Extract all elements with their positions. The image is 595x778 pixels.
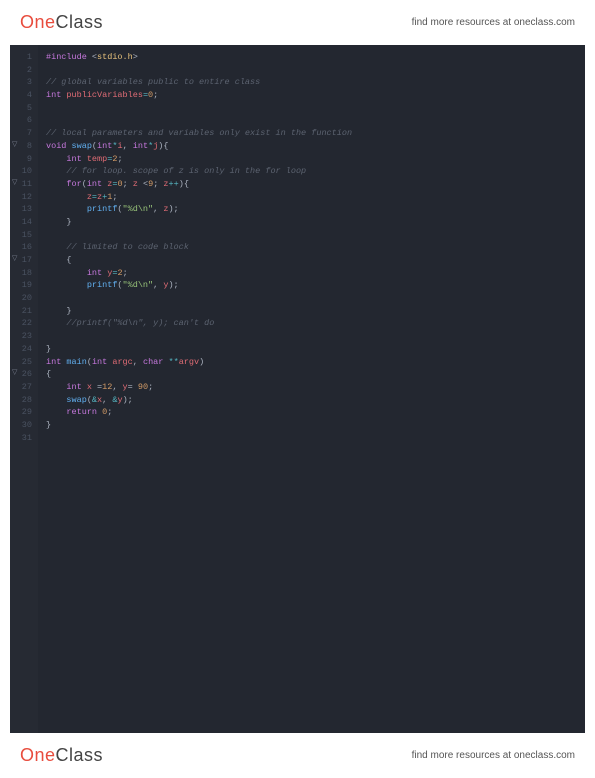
code-line: for(int z=0; z <9; z++){ [46, 178, 585, 191]
code-editor: 12345678▽91011▽121314151617▽181920212223… [10, 45, 585, 733]
line-number: 21 [10, 305, 38, 318]
code-line [46, 432, 585, 445]
line-number: 18 [10, 267, 38, 280]
code-line: #include <stdio.h> [46, 51, 585, 64]
code-content: #include <stdio.h> // global variables pu… [38, 45, 585, 733]
code-line: // limited to code block [46, 241, 585, 254]
code-line: } [46, 216, 585, 229]
line-number: 23 [10, 330, 38, 343]
line-number: 24 [10, 343, 38, 356]
code-line: int y=2; [46, 267, 585, 280]
logo-footer: OneClass [20, 745, 103, 766]
line-number: 3 [10, 76, 38, 89]
line-gutter: 12345678▽91011▽121314151617▽181920212223… [10, 45, 38, 733]
line-number: 30 [10, 419, 38, 432]
line-number: 31 [10, 432, 38, 445]
tagline-top: find more resources at oneclass.com [412, 17, 575, 28]
code-line: int main(int argc, char **argv) [46, 356, 585, 369]
line-number: 14 [10, 216, 38, 229]
line-number: 29 [10, 406, 38, 419]
code-line: int x =12, y= 90; [46, 381, 585, 394]
code-line: // global variables public to entire cla… [46, 76, 585, 89]
line-number: 28 [10, 394, 38, 407]
code-line: } [46, 419, 585, 432]
line-number: 9 [10, 153, 38, 166]
code-line: return 0; [46, 406, 585, 419]
header: OneClass find more resources at oneclass… [0, 0, 595, 45]
line-number: 20 [10, 292, 38, 305]
line-number: 15 [10, 229, 38, 242]
code-line: // for loop. scope of z is only in the f… [46, 165, 585, 178]
footer: OneClass find more resources at oneclass… [0, 733, 595, 778]
code-line: // local parameters and variables only e… [46, 127, 585, 140]
code-line: { [46, 368, 585, 381]
line-number: 19 [10, 279, 38, 292]
line-number: 25 [10, 356, 38, 369]
line-number: 5 [10, 102, 38, 115]
code-line [46, 229, 585, 242]
code-line: //printf("%d\n", y); can't do [46, 317, 585, 330]
code-line: } [46, 343, 585, 356]
fold-marker-icon[interactable]: ▽ [12, 140, 17, 151]
logo-footer-part1: One [20, 745, 56, 765]
code-line: { [46, 254, 585, 267]
code-line [46, 292, 585, 305]
line-number: 6 [10, 114, 38, 127]
logo-part1: One [20, 12, 56, 32]
line-number: 8▽ [10, 140, 38, 153]
code-line: printf("%d\n", z); [46, 203, 585, 216]
line-number: 4 [10, 89, 38, 102]
code-line [46, 114, 585, 127]
code-line: } [46, 305, 585, 318]
code-line: z=z+1; [46, 191, 585, 204]
line-number: 13 [10, 203, 38, 216]
line-number: 11▽ [10, 178, 38, 191]
tagline-bottom: find more resources at oneclass.com [412, 750, 575, 761]
code-line [46, 102, 585, 115]
line-number: 22 [10, 317, 38, 330]
line-number: 2 [10, 64, 38, 77]
line-number: 16 [10, 241, 38, 254]
logo-part2: Class [56, 12, 104, 32]
code-line [46, 330, 585, 343]
line-number: 27 [10, 381, 38, 394]
line-number: 17▽ [10, 254, 38, 267]
line-number: 12 [10, 191, 38, 204]
code-line: void swap(int*i, int*j){ [46, 140, 585, 153]
logo: OneClass [20, 12, 103, 33]
line-number: 1 [10, 51, 38, 64]
code-line: swap(&x, &y); [46, 394, 585, 407]
fold-marker-icon[interactable]: ▽ [12, 178, 17, 189]
line-number: 10 [10, 165, 38, 178]
code-line: int publicVariables=0; [46, 89, 585, 102]
fold-marker-icon[interactable]: ▽ [12, 368, 17, 379]
fold-marker-icon[interactable]: ▽ [12, 254, 17, 265]
code-line: int temp=2; [46, 153, 585, 166]
line-number: 7 [10, 127, 38, 140]
line-number: 26▽ [10, 368, 38, 381]
code-line [46, 64, 585, 77]
code-line: printf("%d\n", y); [46, 279, 585, 292]
logo-footer-part2: Class [56, 745, 104, 765]
